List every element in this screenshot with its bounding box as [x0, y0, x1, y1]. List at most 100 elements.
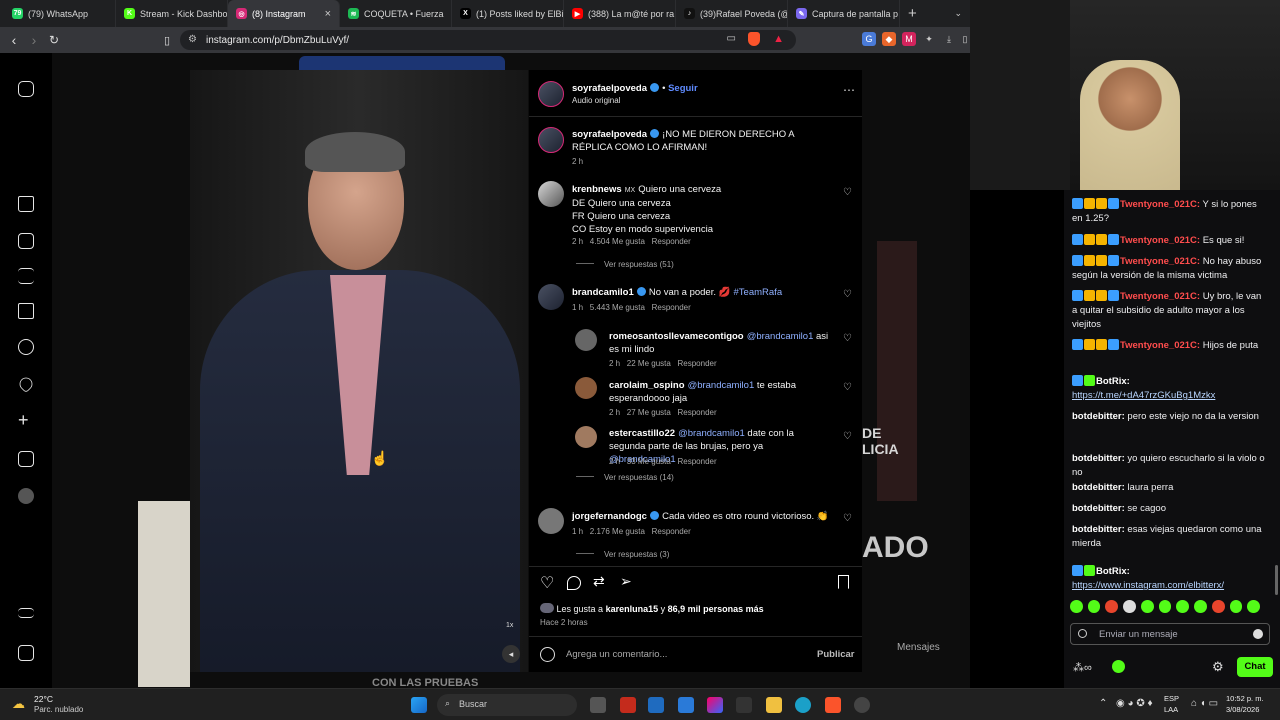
reply-button[interactable]: Responder	[652, 237, 691, 246]
comment-avatar[interactable]	[538, 181, 564, 207]
emote-icon[interactable]	[1194, 600, 1207, 613]
clock-time[interactable]: 10:52 p. m.	[1226, 694, 1264, 703]
reel-video[interactable]: 1x ◂ ☝	[190, 70, 528, 672]
rewards-icon[interactable]: ▲	[773, 33, 784, 45]
comment-username[interactable]: jorgefernandogc	[572, 511, 647, 522]
audio-label[interactable]: Audio original	[572, 96, 620, 105]
like-reply-icon[interactable]: ♡	[843, 333, 852, 344]
emote-icon[interactable]	[1123, 600, 1136, 613]
chat-username[interactable]: BotRix:	[1096, 376, 1130, 387]
browser-tab[interactable]: ♪ (39)Rafael Poveda (@	[676, 0, 788, 27]
reply-username[interactable]: carolaim_ospino	[609, 380, 685, 391]
copilot-icon[interactable]	[707, 697, 723, 713]
reply-username[interactable]: romeosantosllevamecontigoo	[609, 331, 744, 342]
send-icon[interactable]: ➢	[620, 573, 632, 590]
brave-icon[interactable]	[825, 697, 841, 713]
likes-user[interactable]: karenluna15	[606, 604, 659, 614]
edge-icon[interactable]	[795, 697, 811, 713]
download-icon[interactable]: ⤓	[942, 32, 956, 46]
bookmark-icon[interactable]: ▯	[157, 34, 177, 47]
browser-tab[interactable]: ◎ (8) Instagram ×	[228, 0, 340, 27]
kick-logo-icon[interactable]	[1112, 660, 1125, 673]
follow-button[interactable]: Seguir	[668, 83, 698, 94]
emote-icon[interactable]	[1229, 600, 1243, 613]
chat-tools-icon[interactable]: ⁂∞	[1073, 661, 1092, 674]
chat-username[interactable]: botdebitter:	[1072, 411, 1125, 422]
comment-username[interactable]: krenbnews	[572, 184, 622, 195]
start-icon[interactable]	[411, 697, 427, 713]
brave-shield-icon[interactable]	[748, 32, 760, 46]
mention-link[interactable]: @brandcamilo1	[747, 331, 814, 342]
store-icon[interactable]	[648, 697, 664, 713]
reply-button[interactable]: Responder	[678, 359, 717, 368]
browser-tab[interactable]: ≋ COQUETA • Fuerza	[340, 0, 452, 27]
reply-button[interactable]: Responder	[652, 527, 691, 536]
taskbar-search[interactable]: ⌕ Buscar	[437, 694, 577, 716]
chat-scrollbar[interactable]	[1275, 565, 1278, 595]
comment-input[interactable]: Agrega un comentario...	[566, 649, 667, 660]
comment-likes[interactable]: 5.443 Me gusta	[590, 303, 645, 312]
profile-avatar-icon[interactable]	[18, 488, 34, 504]
like-reply-icon[interactable]: ♡	[843, 382, 852, 393]
app-red-icon[interactable]	[620, 697, 636, 713]
chat-username[interactable]: Twentyone_021C:	[1120, 256, 1200, 267]
comment-username[interactable]: brandcamilo1	[572, 287, 634, 298]
search-icon[interactable]	[18, 339, 34, 355]
reply-avatar[interactable]	[575, 377, 597, 399]
obs-icon[interactable]	[854, 697, 870, 713]
emote-icon[interactable]	[1140, 600, 1154, 613]
comment-icon[interactable]	[567, 576, 581, 590]
emote-icon[interactable]	[1158, 600, 1172, 613]
snipping-tool-icon[interactable]	[678, 697, 694, 713]
chat-user-icon[interactable]	[1078, 629, 1087, 638]
chat-link[interactable]: https://t.me/+dA47rzGKuBg1Mzkx	[1072, 390, 1215, 401]
close-tab-icon[interactable]: ×	[325, 8, 331, 20]
comment-avatar[interactable]	[538, 508, 564, 534]
create-plus-icon[interactable]: +	[18, 411, 34, 429]
weather-icon[interactable]: ☁	[12, 696, 25, 712]
tab-search-icon[interactable]: ⌄	[954, 8, 962, 19]
view-replies-button[interactable]: Ver respuestas (14)	[576, 473, 674, 482]
emote-row[interactable]	[1070, 600, 1261, 614]
hashtag-link[interactable]: #TeamRafa	[734, 287, 783, 298]
reload-icon[interactable]: ↻	[44, 33, 64, 47]
reply-likes[interactable]: 33 Me gusta	[627, 457, 671, 466]
view-replies-button[interactable]: Ver respuestas (51)	[576, 260, 674, 269]
playback-speed-button[interactable]: 1x	[506, 622, 513, 629]
chat-input[interactable]: Enviar un mensaje	[1070, 623, 1270, 645]
tray-chevron-icon[interactable]: ⌃	[1099, 698, 1107, 709]
chat-username[interactable]: Twentyone_021C:	[1120, 291, 1200, 302]
chat-send-button[interactable]: Chat	[1237, 657, 1273, 677]
browser-tab[interactable]: ✎ Captura de pantalla p	[788, 0, 900, 27]
emoji-icon[interactable]	[540, 647, 555, 662]
chat-username[interactable]: Twentyone_021C:	[1120, 199, 1200, 210]
extension-m-icon[interactable]: M	[902, 32, 916, 46]
terminal-icon[interactable]	[736, 697, 752, 713]
more-options-icon[interactable]: ⋯	[843, 83, 855, 97]
site-info-icon[interactable]: ⚙	[188, 34, 197, 45]
language-code[interactable]: ESP	[1164, 694, 1179, 703]
like-comment-icon[interactable]: ♡	[843, 289, 852, 300]
browser-tab[interactable]: 79 (79) WhatsApp	[4, 0, 116, 27]
emote-icon[interactable]	[1211, 600, 1225, 613]
publish-button[interactable]: Publicar	[817, 649, 855, 660]
reels-icon[interactable]	[18, 233, 34, 249]
browser-tab[interactable]: K Stream - Kick Dashbo	[116, 0, 228, 27]
comment-likes[interactable]: 2.176 Me gusta	[590, 527, 645, 536]
chat-username[interactable]: Twentyone_021C:	[1120, 235, 1200, 246]
address-bar[interactable]: ⚙ instagram.com/p/DbmZbuLuVyf/ ▭ ▲	[180, 30, 796, 50]
like-comment-icon[interactable]: ♡	[843, 187, 852, 198]
like-post-icon[interactable]: ♡	[540, 573, 554, 593]
author-username[interactable]: soyrafaelpoveda	[572, 83, 647, 94]
forward-icon[interactable]: ›	[24, 32, 44, 48]
task-view-icon[interactable]	[590, 697, 606, 713]
save-icon[interactable]	[838, 575, 849, 589]
tray-icons[interactable]: ◉ ◕ ✪ ♦	[1116, 698, 1153, 709]
emote-icon[interactable]	[1176, 600, 1190, 613]
emote-icon[interactable]	[1105, 600, 1119, 613]
notifications-heart-icon[interactable]	[16, 374, 36, 394]
author-avatar[interactable]	[538, 81, 564, 107]
reply-likes[interactable]: 22 Me gusta	[627, 359, 671, 368]
caption-username[interactable]: soyrafaelpoveda	[572, 129, 647, 140]
chat-link[interactable]: https://www.instagram.com/elbitterx/	[1072, 580, 1224, 591]
